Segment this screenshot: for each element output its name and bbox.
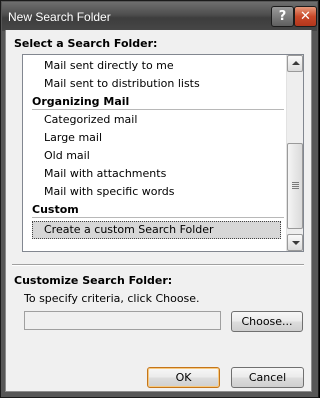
criteria-field [24, 311, 221, 330]
list-item-mail-sent-directly[interactable]: Mail sent directly to me [44, 59, 174, 72]
group-divider [32, 217, 284, 218]
criteria-instruction-text: To specify criteria, click Choose. [24, 292, 200, 305]
ok-button[interactable]: OK [147, 367, 220, 388]
list-item-create-custom-search-folder[interactable]: Create a custom Search Folder [44, 223, 214, 236]
list-item-mail-with-specific-words[interactable]: Mail with specific words [44, 185, 175, 198]
customize-search-folder-label: Customize Search Folder: [14, 274, 173, 287]
dialog-bottom-border [5, 391, 312, 392]
search-folder-list[interactable]: Mail sent directly to me Mail sent to di… [22, 54, 304, 252]
list-item-categorized-mail[interactable]: Categorized mail [44, 113, 137, 126]
close-icon: ✕ [300, 9, 311, 24]
list-item-old-mail[interactable]: Old mail [44, 149, 90, 162]
select-search-folder-label: Select a Search Folder: [14, 37, 158, 50]
vertical-scrollbar[interactable] [286, 55, 303, 251]
group-divider [32, 109, 284, 110]
scroll-down-button[interactable] [287, 234, 303, 251]
scroll-thumb[interactable] [287, 143, 303, 229]
list-item-mail-sent-to-distribution-lists[interactable]: Mail sent to distribution lists [44, 77, 200, 90]
group-header-organizing-mail: Organizing Mail [32, 95, 130, 108]
scroll-up-button[interactable] [287, 55, 303, 72]
window-title: New Search Folder [8, 10, 111, 24]
title-bar[interactable]: New Search Folder ? ✕ [2, 2, 317, 31]
group-header-custom: Custom [32, 203, 79, 216]
ok-button-label: OK [175, 371, 192, 384]
list-item-mail-with-attachments[interactable]: Mail with attachments [44, 167, 166, 180]
help-icon: ? [278, 9, 287, 24]
section-divider-highlight [12, 265, 304, 266]
choose-button-label: Choose... [241, 315, 293, 328]
scroll-down-arrow-icon [292, 241, 300, 245]
help-button[interactable]: ? [271, 6, 294, 27]
scroll-up-arrow-icon [292, 61, 300, 65]
close-button[interactable]: ✕ [294, 6, 317, 27]
cancel-button[interactable]: Cancel [231, 367, 304, 388]
choose-button[interactable]: Choose... [231, 311, 303, 332]
list-item-large-mail[interactable]: Large mail [44, 131, 102, 144]
cancel-button-label: Cancel [248, 371, 287, 384]
